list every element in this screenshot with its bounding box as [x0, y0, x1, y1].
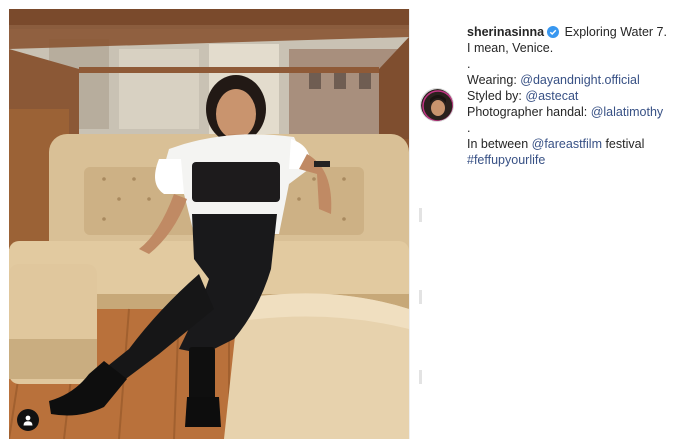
caption-line: Wearing: @dayandnight.official — [467, 72, 692, 88]
caption-line: I mean, Venice. — [467, 40, 692, 56]
caption-text: . — [467, 57, 471, 71]
scroll-mark — [419, 208, 422, 222]
caption-line: . — [467, 120, 692, 136]
avatar-image — [421, 89, 453, 121]
caption-text: I mean, Venice. — [467, 41, 554, 55]
avatar[interactable] — [420, 88, 454, 122]
caption-line: #feffupyourlife — [467, 152, 692, 168]
caption-text: Photographer handal: — [467, 105, 591, 119]
caption-text: . — [467, 121, 471, 135]
verified-badge-icon — [547, 26, 560, 38]
caption-line: In between @fareastfilm festival — [467, 136, 692, 152]
username-link[interactable]: sherinasinna — [467, 25, 544, 39]
caption-text: Exploring Water 7. — [564, 25, 667, 39]
caption-text: festival — [601, 137, 645, 151]
scroll-mark — [419, 290, 422, 304]
boat-photo-illustration — [9, 9, 409, 439]
post-photo[interactable] — [9, 9, 409, 439]
mention-link[interactable]: @lalatimothy — [591, 105, 663, 119]
post-caption: sherinasinna Exploring Water 7. I mean, … — [467, 24, 692, 168]
caption-line: Styled by: @astecat — [467, 88, 692, 104]
caption-line: Photographer handal: @lalatimothy — [467, 104, 692, 120]
caption-text: In between — [467, 137, 532, 151]
caption-text: Styled by: — [467, 89, 526, 103]
caption-line: . — [467, 56, 692, 72]
scroll-mark — [419, 370, 422, 384]
instagram-post: sherinasinna Exploring Water 7. I mean, … — [0, 0, 700, 448]
divider — [409, 9, 410, 439]
caption-line: sherinasinna Exploring Water 7. — [467, 24, 692, 40]
mention-link[interactable]: @astecat — [525, 89, 578, 103]
caption-text: Wearing: — [467, 73, 521, 87]
mention-link[interactable]: @fareastfilm — [532, 137, 602, 151]
person-icon — [23, 415, 33, 426]
tagged-users-button[interactable] — [17, 409, 39, 431]
mention-link[interactable]: @dayandnight.official — [520, 73, 639, 87]
hashtag-link[interactable]: #feffupyourlife — [467, 153, 545, 167]
